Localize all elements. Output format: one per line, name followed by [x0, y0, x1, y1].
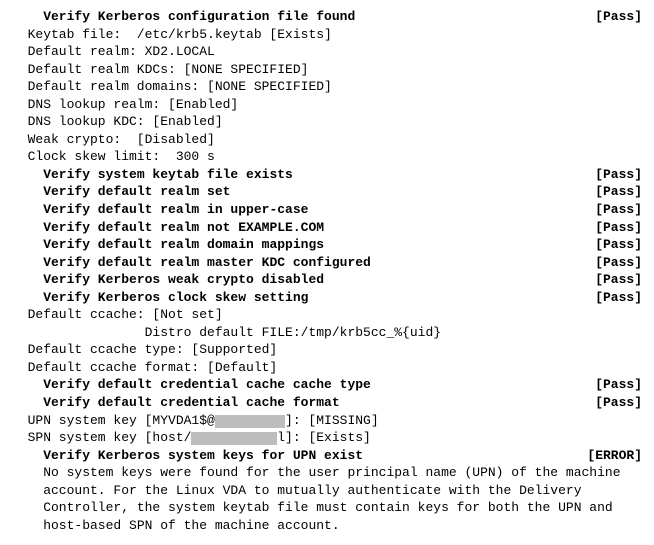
- row-distro-default: Distro default FILE:/tmp/krb5cc_%{uid}: [12, 324, 642, 342]
- error-message: No system keys were found for the user p…: [12, 464, 642, 534]
- status-pass: [Pass]: [587, 271, 642, 289]
- row-ccache-type: Default ccache type: [Supported]: [12, 341, 642, 359]
- label: Verify Kerberos weak crypto disabled: [12, 271, 324, 289]
- label: Verify system keytab file exists: [12, 166, 293, 184]
- status-pass: [Pass]: [587, 376, 642, 394]
- row-verify-realm-upper: Verify default realm in upper-case [Pass…: [12, 201, 642, 219]
- status-error: [ERROR]: [579, 447, 642, 465]
- status-pass: [Pass]: [587, 183, 642, 201]
- status-pass: [Pass]: [587, 166, 642, 184]
- label: Verify Kerberos configuration file found: [12, 8, 355, 26]
- row-dns-lookup-realm: DNS lookup realm: [Enabled]: [12, 96, 642, 114]
- status-pass: [Pass]: [587, 289, 642, 307]
- row-realm-kdcs: Default realm KDCs: [NONE SPECIFIED]: [12, 61, 642, 79]
- label: Verify default credential cache cache ty…: [12, 376, 371, 394]
- text: Default ccache: [Not set]: [12, 306, 223, 324]
- row-verify-weak-crypto: Verify Kerberos weak crypto disabled [Pa…: [12, 271, 642, 289]
- text: Keytab file: /etc/krb5.keytab [Exists]: [12, 26, 332, 44]
- text: Default realm: XD2.LOCAL: [12, 43, 215, 61]
- label: Verify Kerberos system keys for UPN exis…: [12, 447, 363, 465]
- row-verify-domain-mappings: Verify default realm domain mappings [Pa…: [12, 236, 642, 254]
- text: Weak crypto: [Disabled]: [12, 131, 215, 149]
- text: UPN system key [MYVDA1$@xxxxxxxxx]: [MIS…: [12, 412, 379, 430]
- row-clock-skew: Clock skew limit: 300 s: [12, 148, 642, 166]
- text: SPN system key [host/xxxxxxxxxxxl]: [Exi…: [12, 429, 371, 447]
- text: Default realm KDCs: [NONE SPECIFIED]: [12, 61, 308, 79]
- redacted-text: xxxxxxxxxxx: [191, 432, 277, 445]
- status-pass: [Pass]: [587, 254, 642, 272]
- label: Verify default realm in upper-case: [12, 201, 308, 219]
- row-verify-upn-keys: Verify Kerberos system keys for UPN exis…: [12, 447, 642, 465]
- row-ccache-format: Default ccache format: [Default]: [12, 359, 642, 377]
- label: Verify Kerberos clock skew setting: [12, 289, 308, 307]
- row-dns-lookup-kdc: DNS lookup KDC: [Enabled]: [12, 113, 642, 131]
- row-verify-realm-example: Verify default realm not EXAMPLE.COM [Pa…: [12, 219, 642, 237]
- row-verify-master-kdc: Verify default realm master KDC configur…: [12, 254, 642, 272]
- label: Verify default credential cache format: [12, 394, 340, 412]
- row-verify-clock-skew: Verify Kerberos clock skew setting [Pass…: [12, 289, 642, 307]
- row-upn-system-key: UPN system key [MYVDA1$@xxxxxxxxx]: [MIS…: [12, 412, 642, 430]
- text: Clock skew limit: 300 s: [12, 148, 215, 166]
- row-verify-config: Verify Kerberos configuration file found…: [12, 8, 642, 26]
- status-pass: [Pass]: [587, 236, 642, 254]
- row-spn-system-key: SPN system key [host/xxxxxxxxxxxl]: [Exi…: [12, 429, 642, 447]
- row-verify-ccache-format: Verify default credential cache format […: [12, 394, 642, 412]
- text: Default realm domains: [NONE SPECIFIED]: [12, 78, 332, 96]
- text: Default ccache format: [Default]: [12, 359, 277, 377]
- text: DNS lookup KDC: [Enabled]: [12, 113, 223, 131]
- status-pass: [Pass]: [587, 8, 642, 26]
- row-verify-realm-set: Verify default realm set [Pass]: [12, 183, 642, 201]
- label: Verify default realm not EXAMPLE.COM: [12, 219, 324, 237]
- text: DNS lookup realm: [Enabled]: [12, 96, 238, 114]
- status-pass: [Pass]: [587, 219, 642, 237]
- status-pass: [Pass]: [587, 201, 642, 219]
- redacted-text: xxxxxxxxx: [215, 415, 285, 428]
- row-realm-domains: Default realm domains: [NONE SPECIFIED]: [12, 78, 642, 96]
- status-pass: [Pass]: [587, 394, 642, 412]
- text: Distro default FILE:/tmp/krb5cc_%{uid}: [12, 324, 441, 342]
- row-verify-ccache-type: Verify default credential cache cache ty…: [12, 376, 642, 394]
- row-default-ccache: Default ccache: [Not set]: [12, 306, 642, 324]
- label: Verify default realm set: [12, 183, 230, 201]
- row-weak-crypto: Weak crypto: [Disabled]: [12, 131, 642, 149]
- row-keytab-file: Keytab file: /etc/krb5.keytab [Exists]: [12, 26, 642, 44]
- label: Verify default realm domain mappings: [12, 236, 324, 254]
- row-verify-keytab-exists: Verify system keytab file exists [Pass]: [12, 166, 642, 184]
- row-default-realm: Default realm: XD2.LOCAL: [12, 43, 642, 61]
- text: Default ccache type: [Supported]: [12, 341, 277, 359]
- label: Verify default realm master KDC configur…: [12, 254, 371, 272]
